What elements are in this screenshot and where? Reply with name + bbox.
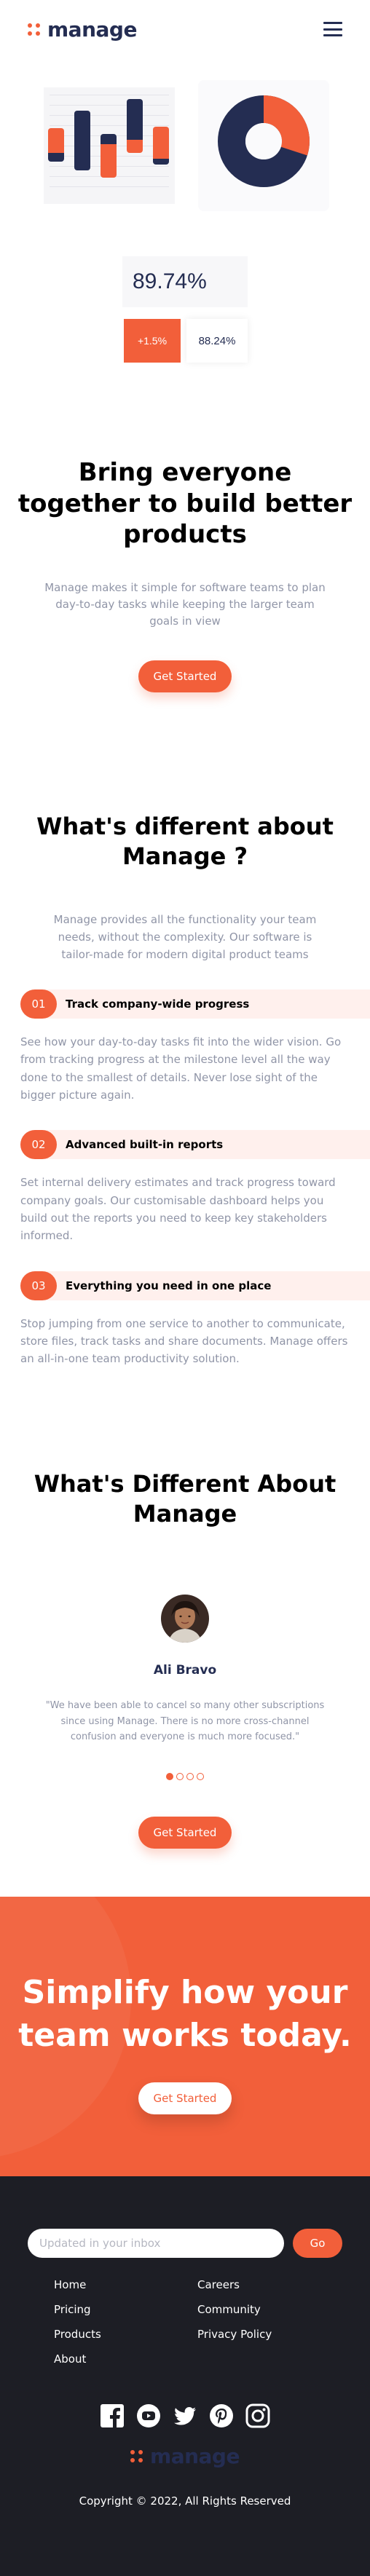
footer-link-home[interactable]: Home	[54, 2278, 197, 2291]
logo-text: manage	[47, 17, 137, 42]
avatar-icon	[161, 1595, 209, 1643]
footer-link-community[interactable]: Community	[197, 2303, 341, 2316]
features-section: What's different about Manage ? Manage p…	[0, 812, 370, 1367]
footer-links: Home Careers Pricing Community Products …	[0, 2258, 370, 2366]
footer-link-privacy-policy[interactable]: Privacy Policy	[197, 2328, 341, 2341]
feature-text: Stop jumping from one service to another…	[20, 1316, 348, 1366]
feature-head: 02 Advanced built-in reports	[20, 1130, 370, 1160]
facebook-icon[interactable]	[100, 2403, 125, 2428]
carousel-dot[interactable]	[166, 1772, 173, 1780]
feature-head: 03 Everything you need in one place	[20, 1271, 370, 1300]
hero-text: Manage makes it simple for software team…	[44, 580, 326, 628]
percentage-card: 89.74%	[122, 256, 248, 307]
cta-get-started-button[interactable]: Get Started	[138, 2082, 232, 2115]
twitter-icon[interactable]	[173, 2403, 197, 2428]
feature-item: 02 Advanced built-in reports Set interna…	[0, 1130, 370, 1244]
percentage-value: 89.74%	[133, 269, 207, 293]
testimonials-get-started-button[interactable]: Get Started	[138, 1816, 232, 1849]
newsletter-input[interactable]	[28, 2228, 284, 2258]
illustration-bar	[153, 127, 169, 165]
testimonial-name: Ali Bravo	[153, 1663, 217, 1678]
carousel-dot[interactable]	[176, 1772, 184, 1780]
hero-get-started-button[interactable]: Get Started	[138, 660, 232, 693]
feature-text: Set internal delivery estimates and trac…	[20, 1176, 336, 1243]
illustration-bar	[127, 99, 143, 153]
bar-chart-card	[44, 87, 175, 204]
features-text: Manage provides all the functionality yo…	[53, 913, 317, 962]
feature-item: 03 Everything you need in one place Stop…	[0, 1271, 370, 1368]
newsletter-form: Go	[0, 2228, 370, 2258]
footer-link-products[interactable]: Products	[54, 2328, 197, 2341]
cta-title: Simplify how your team works today.	[18, 1973, 352, 2055]
footer-link-pricing[interactable]: Pricing	[54, 2303, 197, 2316]
footer-logo-text: manage	[150, 2443, 240, 2468]
avatar	[161, 1595, 209, 1643]
logo-mark-icon	[28, 23, 40, 36]
feature-text: See how your day-to-day tasks fit into t…	[20, 1035, 342, 1102]
footer-link-careers[interactable]: Careers	[197, 2278, 341, 2291]
hero-title: Bring everyone together to build better …	[17, 458, 353, 549]
features-title: What's different about Manage ?	[36, 813, 334, 871]
donut-chart-card	[198, 80, 329, 211]
footer-link-about[interactable]: About	[54, 2352, 197, 2366]
feature-number: 01	[20, 989, 57, 1019]
feature-title: Everything you need in one place	[66, 1279, 272, 1292]
testimonial-quote: "We have been able to cancel so many oth…	[45, 1700, 325, 1743]
footer-logo[interactable]: manage	[0, 2444, 370, 2468]
value-card: 88.24%	[186, 319, 248, 363]
illustration-bar	[101, 134, 117, 178]
feature-title: Advanced built-in reports	[66, 1138, 224, 1152]
social-links	[0, 2403, 370, 2428]
site-header: manage	[0, 0, 370, 58]
site-footer: Go Home Careers Pricing Community Produc…	[0, 2176, 370, 2576]
feature-head: 01 Track company-wide progress	[20, 989, 370, 1019]
illustration-bar	[74, 111, 90, 170]
logo-mark-icon	[130, 2449, 143, 2462]
carousel-dot[interactable]	[186, 1772, 194, 1780]
hamburger-icon[interactable]	[323, 22, 342, 36]
illustration-bar	[48, 128, 64, 162]
logo[interactable]: manage	[28, 17, 137, 42]
feature-title: Track company-wide progress	[66, 997, 250, 1011]
carousel-dots	[0, 1772, 370, 1780]
testimonials-title: What's Different About Manage	[34, 1470, 336, 1528]
hero-illustration: 89.74% +1.5% 88.24%	[0, 80, 370, 379]
change-badge: +1.5%	[124, 319, 181, 363]
youtube-icon[interactable]	[136, 2403, 161, 2428]
feature-number: 02	[20, 1130, 57, 1160]
carousel-dot[interactable]	[197, 1772, 204, 1780]
copyright: Copyright © 2022, All Rights Reserved	[79, 2494, 291, 2508]
instagram-icon[interactable]	[245, 2403, 270, 2428]
testimonials-section: What's Different About Manage Ali Bravo …	[0, 1469, 370, 1849]
feature-item: 01 Track company-wide progress See how y…	[0, 989, 370, 1104]
donut-chart	[218, 95, 310, 187]
feature-number: 03	[20, 1271, 57, 1300]
cta-section: Simplify how your team works today. Get …	[0, 1896, 370, 2176]
pinterest-icon[interactable]	[209, 2403, 234, 2428]
newsletter-go-button[interactable]: Go	[293, 2228, 342, 2258]
